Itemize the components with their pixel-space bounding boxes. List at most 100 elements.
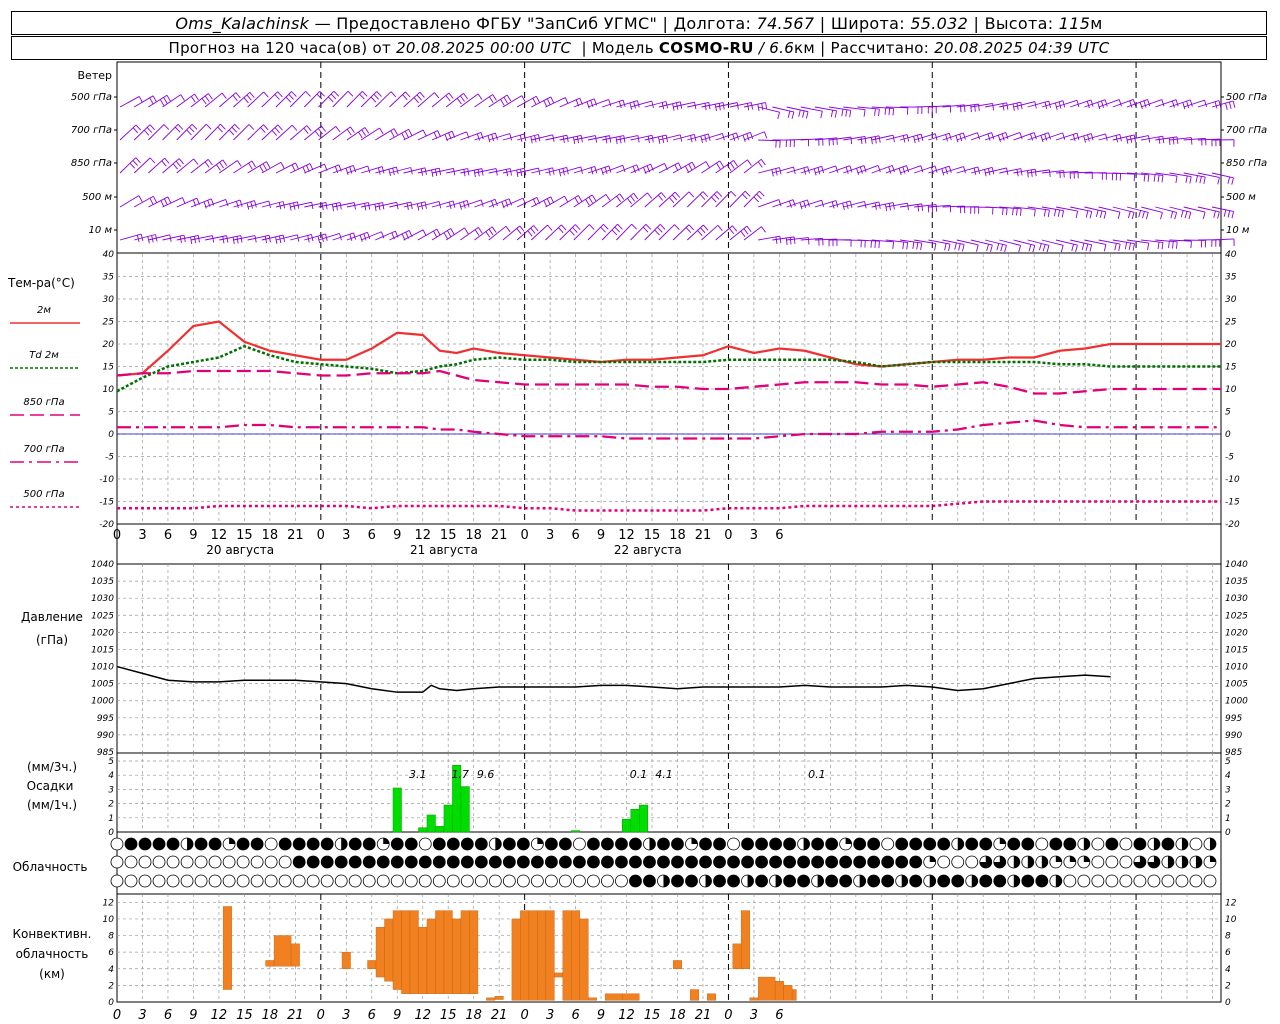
temp-y-tick-left: 5 — [108, 408, 114, 418]
cloud-fill — [713, 856, 726, 868]
conv-x-tick-label: 0 — [317, 1008, 325, 1023]
cloud-symbol — [166, 855, 180, 869]
conv-cloud-bar — [774, 981, 784, 1001]
wind-barb-flag — [688, 163, 693, 171]
wind-barb-flag — [1076, 100, 1080, 108]
precip-total-label: 4.1 — [655, 768, 673, 781]
wind-barb-flag — [509, 168, 512, 176]
cloud-fill — [321, 856, 334, 868]
cloud-symbol — [769, 874, 782, 888]
wind-barb-flag — [212, 235, 215, 243]
wind-barb-flag — [250, 201, 253, 209]
conv-cloud-bar — [418, 927, 428, 994]
wind-barb-flag — [684, 165, 690, 173]
cloud-circle — [110, 837, 124, 851]
wind-barb-flag — [1063, 170, 1065, 178]
temp-x-tick-label: 18 — [262, 528, 279, 543]
conv-x-tick-label: 9 — [393, 1008, 401, 1023]
cloud-symbol — [222, 855, 236, 869]
wind-barb-flag — [1086, 101, 1090, 109]
wind-barb-flag — [907, 203, 909, 211]
wind-barb — [162, 124, 179, 141]
cloud-fill — [797, 856, 810, 868]
conv-x-tick-label: 6 — [571, 1008, 579, 1023]
cloud-circle — [362, 874, 376, 888]
wind-barb-flag — [191, 123, 198, 130]
wind-barb-flag — [860, 137, 863, 145]
wind-barb-flag — [1089, 211, 1093, 219]
wind-panel-title: Ветер — [78, 69, 112, 82]
wind-barb-flag — [1218, 100, 1222, 108]
wind-barb-flag — [792, 199, 796, 207]
wind-barb-flag — [1085, 210, 1089, 218]
wind-barb-flag — [934, 243, 937, 251]
cloud-fill — [909, 838, 922, 850]
cloud-fill — [859, 875, 866, 887]
precip-y-tick-left: 1 — [108, 814, 114, 824]
wind-barb-flag — [222, 236, 225, 244]
wind-barb-flag — [363, 233, 367, 241]
precip-y-tick-right: 1 — [1225, 814, 1231, 824]
wind-barb-flag — [746, 133, 750, 141]
wind-barb — [474, 94, 493, 108]
cloud-symbol — [811, 837, 825, 851]
wind-barb-flag — [1057, 209, 1061, 217]
cloud-symbol — [657, 837, 670, 851]
wind-barb-flag — [642, 226, 649, 233]
wind-barb-flag — [878, 241, 880, 249]
wind-barb — [360, 127, 380, 141]
wind-barb-flag — [917, 204, 920, 212]
precip-y-tick-left: 4 — [108, 771, 114, 781]
day-label: 20 августа — [206, 543, 274, 557]
temp-x-tick-label: 3 — [750, 528, 758, 543]
cloud-symbol — [376, 837, 390, 851]
cloud-symbol — [1049, 855, 1063, 869]
cloud-fill — [811, 838, 824, 850]
wind-barb-flag — [404, 130, 409, 138]
cloud-fill — [783, 838, 796, 850]
cloud-symbol — [839, 855, 853, 869]
wind-barb-flag — [722, 102, 725, 110]
conv-panel-unit: (км) — [39, 967, 65, 981]
wind-barb-flag — [274, 127, 280, 134]
cloud-circle — [1189, 874, 1203, 888]
wind-barb-flag — [495, 168, 498, 176]
wind-barb-flag — [902, 241, 905, 250]
conv-x-tick-label: 3 — [546, 1008, 554, 1023]
wind-barb-flag — [494, 199, 498, 207]
precip-total-label: 0.1 — [808, 768, 826, 781]
cloud-symbol — [965, 874, 979, 888]
cloud-symbol — [1007, 855, 1021, 869]
cloud-symbol — [1105, 837, 1119, 851]
wind-barb-flag — [1143, 174, 1146, 182]
cloud-symbol — [755, 855, 768, 869]
conv-cloud-bar — [588, 997, 598, 1001]
conv-cloud-bar — [690, 989, 699, 1001]
cloud-symbol — [657, 874, 670, 888]
cloud-circle — [1091, 874, 1105, 888]
wind-barb — [658, 224, 675, 241]
temp-series-t2m — [116, 320, 1221, 377]
cloud-fill — [699, 856, 712, 868]
wind-barb — [701, 225, 719, 241]
cloud-circle — [1133, 874, 1147, 888]
wind-barb-flag — [785, 237, 788, 246]
precip-y-tick-right: 2 — [1225, 800, 1231, 810]
cloud-fill — [727, 856, 740, 868]
wind-barb — [743, 226, 762, 241]
cloud-circle — [264, 837, 278, 851]
cloud-symbol — [376, 874, 390, 888]
wind-barb-flag — [174, 126, 181, 133]
cloud-symbol — [516, 855, 530, 869]
cloud-symbol — [811, 874, 825, 888]
wind-barb-flag — [163, 198, 168, 206]
wind-barb-flag — [1147, 99, 1151, 107]
cloud-fill — [1021, 875, 1034, 887]
conv-panel-title-1: Конвективн. — [13, 927, 92, 941]
cloud-circle — [446, 874, 460, 888]
wind-barb-flag — [803, 201, 807, 208]
wind-barb-flag — [364, 203, 367, 211]
wind-barb-flag — [129, 162, 136, 169]
wind-barb-flag — [742, 193, 748, 200]
wind-barb-flag — [874, 136, 877, 144]
